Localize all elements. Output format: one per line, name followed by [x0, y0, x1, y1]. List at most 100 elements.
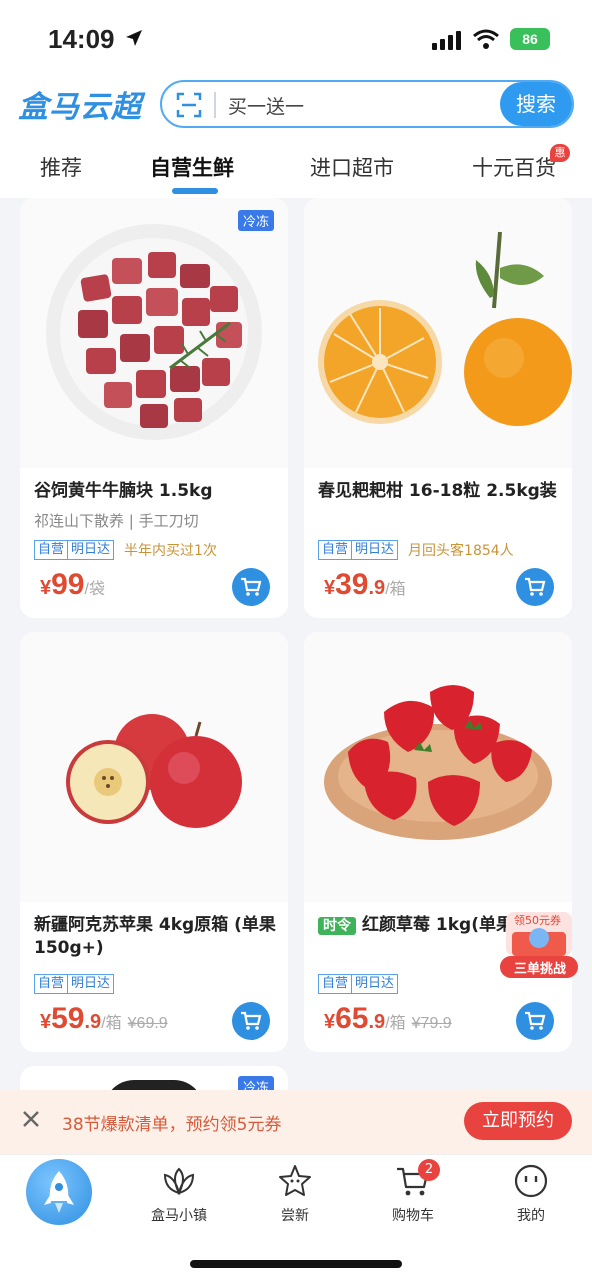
product-image[interactable]: 冷冻 [20, 198, 288, 468]
tab-label: 进口超市 [310, 156, 394, 180]
price-integer: 39 [335, 568, 369, 601]
price-integer: 59 [51, 1002, 85, 1035]
tab-label: 推荐 [40, 156, 82, 180]
rocket-icon [44, 1171, 74, 1213]
price-integer: 65 [335, 1002, 369, 1035]
search-input[interactable]: 买一送一 [228, 92, 304, 119]
profile-face-icon [514, 1164, 548, 1198]
nav-try-new[interactable]: 尝新 [250, 1163, 340, 1225]
promo-coupon-text: 领50元券 [514, 914, 561, 927]
cart-icon [525, 1011, 546, 1030]
product-title: 春见耙耙柑 16-18粒 2.5kg装 [318, 481, 557, 501]
product-tags: 自营 明日达 [318, 974, 399, 994]
add-to-cart-button[interactable] [516, 1002, 554, 1040]
cart-icon [241, 577, 262, 596]
search-bar[interactable]: 买一送一 搜索 [160, 80, 574, 128]
app-logo[interactable]: 盒马云超 [18, 82, 142, 126]
product-tags: 自营 明日达 [34, 974, 115, 994]
product-image[interactable] [304, 632, 572, 902]
product-title: 新疆阿克苏苹果 4kg原箱 (单果150g+) [34, 915, 276, 958]
status-time: 14:09 [48, 24, 115, 54]
promo-banner: 38节爆款清单，预约领5元券 立即预约 [0, 1090, 592, 1154]
seasonal-tag: 时令 [318, 917, 356, 935]
product-card-citrus[interactable]: 春见耙耙柑 16-18粒 2.5kg装 自营 明日达 月回头客1854人 ¥39… [304, 198, 572, 618]
category-tabs: 推荐 自营生鲜 进口超市 十元百货惠 [0, 136, 592, 198]
currency-symbol: ¥ [40, 1011, 52, 1033]
frozen-badge: 冷冻 [237, 210, 274, 231]
price-unit: /箱 [385, 581, 406, 598]
price-decimal: .9 [368, 1011, 386, 1033]
product-title: 谷饲黄牛牛腩块 1.5kg [34, 481, 213, 501]
price-unit: /箱 [385, 1015, 406, 1032]
repeat-customer-note: 月回头客1854人 [408, 543, 514, 559]
product-card-apple[interactable]: 新疆阿克苏苹果 4kg原箱 (单果150g+) 自营 明日达 ¥59.9/箱 ¥6… [20, 632, 288, 1052]
app-header: 盒马云超 买一送一 搜索 [0, 76, 592, 136]
price-unit: /箱 [101, 1015, 122, 1032]
price-unit: /袋 [84, 581, 105, 598]
nav-label: 盒马小镇 [151, 1208, 207, 1224]
cart-count-badge: 2 [418, 1159, 440, 1181]
lotus-icon [163, 1167, 195, 1196]
add-to-cart-button[interactable] [232, 568, 270, 606]
home-rocket-button[interactable] [26, 1159, 92, 1225]
cart-icon [525, 577, 546, 596]
add-to-cart-button[interactable] [516, 568, 554, 606]
tag-next-day: 明日达 [68, 540, 115, 560]
tab-imported[interactable]: 进口超市 [310, 152, 394, 182]
currency-symbol: ¥ [324, 1011, 336, 1033]
wifi-icon [473, 29, 499, 49]
original-price: ¥79.9 [411, 1015, 452, 1032]
product-price: ¥65.9/箱 ¥79.9 [324, 1002, 452, 1036]
reserve-button[interactable]: 立即预约 [464, 1102, 572, 1140]
cart-icon [241, 1011, 262, 1030]
citrus-image [318, 231, 572, 426]
battery-indicator: 86 [510, 28, 550, 50]
tab-ten-yuan[interactable]: 十元百货惠 [472, 144, 570, 182]
product-price: ¥39.9/箱 [324, 568, 406, 602]
scan-icon[interactable] [176, 92, 202, 118]
tag-self-operated: 自营 [318, 540, 353, 560]
location-arrow-icon [126, 30, 142, 46]
home-indicator[interactable] [190, 1260, 402, 1268]
tag-next-day: 明日达 [352, 974, 399, 994]
tab-recommend[interactable]: 推荐 [40, 152, 82, 182]
close-icon[interactable] [20, 1108, 42, 1130]
original-price: ¥69.9 [127, 1015, 168, 1032]
price-decimal: .9 [368, 577, 386, 599]
add-to-cart-button[interactable] [232, 1002, 270, 1040]
star-face-icon [279, 1165, 311, 1196]
promo-challenge-text: 三单挑战 [513, 962, 566, 977]
discount-badge: 惠 [550, 144, 570, 162]
nav-profile[interactable]: 我的 [486, 1163, 576, 1225]
nav-town[interactable]: 盒马小镇 [134, 1163, 224, 1225]
product-tags: 自营 明日达 月回头客1854人 [318, 540, 514, 560]
product-subtitle: 祁连山下散养 | 手工刀切 [34, 512, 199, 530]
nav-label: 购物车 [392, 1208, 434, 1224]
apple-image [66, 714, 242, 828]
search-button[interactable]: 搜索 [500, 82, 572, 126]
tag-next-day: 明日达 [68, 974, 115, 994]
floating-promo[interactable]: 领50元券 三单挑战 [496, 904, 582, 982]
currency-symbol: ¥ [40, 577, 52, 599]
nav-cart[interactable]: 2 购物车 [368, 1159, 458, 1225]
signal-icon [432, 31, 461, 50]
product-tags: 自营 明日达 半年内买过1次 [34, 540, 217, 560]
product-card-strawberry[interactable]: 时令 红颜草莓 1kg(单果15g) 自营 明日达 ¥65.9/箱 ¥79.9 [304, 632, 572, 1052]
tag-next-day: 明日达 [352, 540, 399, 560]
product-image[interactable] [20, 632, 288, 902]
tag-self-operated: 自营 [318, 974, 353, 994]
nav-label: 尝新 [281, 1208, 309, 1224]
product-price: ¥59.9/箱 ¥69.9 [40, 1002, 168, 1036]
product-image[interactable] [304, 198, 572, 468]
tab-fresh[interactable]: 自营生鲜 [150, 152, 234, 194]
nav-label: 我的 [517, 1208, 545, 1224]
tab-label: 十元百货 [472, 156, 556, 180]
product-card-beef[interactable]: 冷冻 谷饲黄牛牛腩块 1.5kg 祁连山下散养 | 手工刀切 自营 明日达 半年… [20, 198, 288, 618]
product-price: ¥99/袋 [40, 568, 105, 602]
promo-text: 38节爆款清单，预约领5元券 [62, 1115, 282, 1135]
beef-image [46, 224, 262, 440]
price-integer: 99 [51, 568, 85, 601]
purchase-note: 半年内买过1次 [124, 543, 217, 559]
search-divider [214, 92, 216, 118]
price-decimal: .9 [84, 1011, 102, 1033]
